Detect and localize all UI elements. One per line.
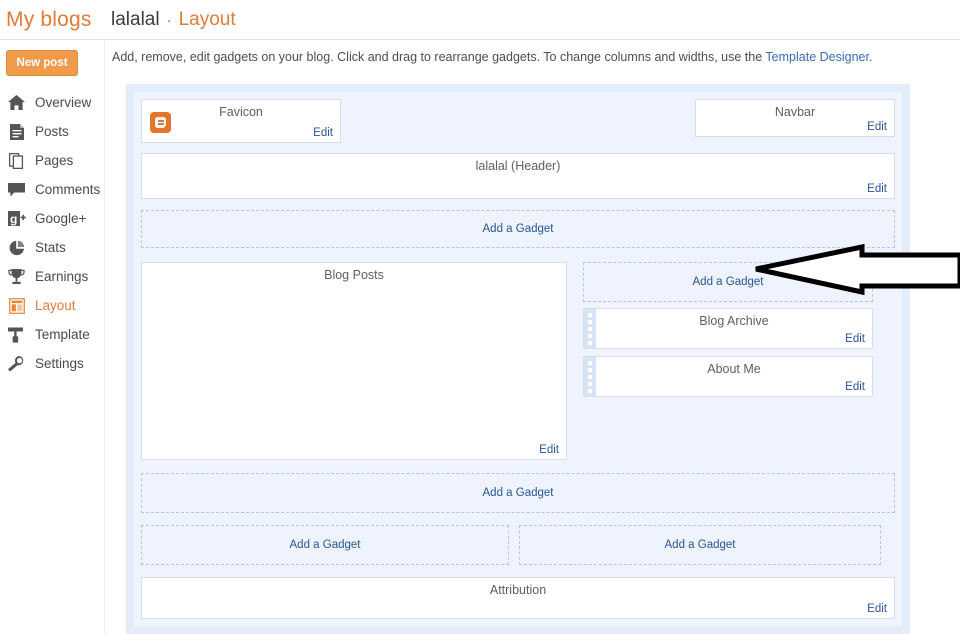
add-gadget-footer-full[interactable]: Add a Gadget (141, 473, 895, 513)
add-gadget-footer-left[interactable]: Add a Gadget (141, 525, 509, 565)
sidebar-item-label: Template (35, 327, 90, 342)
sidebar-item-label: Earnings (35, 269, 89, 284)
gadget-title: lalalal (Header) (475, 159, 561, 173)
main-content: Add, remove, edit gadgets on your blog. … (106, 41, 960, 634)
sidebar-item-label: Google+ (35, 211, 87, 226)
sidebar-item-label: Pages (35, 153, 74, 168)
edit-link-navbar[interactable]: Edit (867, 121, 887, 133)
sidebar-item-layout[interactable]: Layout (0, 291, 104, 320)
add-gadget-label: Add a Gadget (692, 276, 764, 288)
sidebar-item-label: Comments (35, 182, 101, 197)
template-icon (6, 326, 27, 344)
gadget-title: Navbar (774, 105, 816, 119)
add-gadget-footer-right[interactable]: Add a Gadget (519, 525, 881, 565)
sidebar-item-label: Settings (35, 356, 84, 371)
layout-canvas: Favicon Edit Navbar Edit lalalal (Header… (126, 84, 910, 634)
breadcrumb-current-page: Layout (178, 8, 236, 30)
breadcrumb: lalalal · Layout (111, 9, 236, 31)
stats-icon (6, 239, 27, 257)
wrench-icon (6, 355, 27, 373)
sidebar-item-earnings[interactable]: Earnings (0, 262, 104, 291)
comment-icon (6, 181, 27, 199)
edit-link-blog-archive[interactable]: Edit (845, 333, 865, 345)
gadget-attribution[interactable]: Attribution Edit (141, 577, 895, 619)
gadget-title: Blog Archive (699, 314, 769, 328)
gadget-blog-posts[interactable]: Blog Posts Edit (141, 262, 567, 460)
layout-description-tail: . (868, 50, 873, 64)
blogger-icon (150, 112, 171, 133)
sidebar-item-label: Layout (35, 298, 76, 313)
sidebar-item-overview[interactable]: Overview (0, 88, 104, 117)
edit-link-favicon[interactable]: Edit (313, 127, 333, 139)
gadget-favicon[interactable]: Favicon Edit (141, 99, 341, 143)
zone-top: Favicon Edit Navbar Edit lalalal (Header… (134, 92, 902, 626)
gadget-page-header[interactable]: lalalal (Header) Edit (141, 153, 895, 199)
sidebar-item-google-plus[interactable]: g Google+ (0, 204, 104, 233)
brand-my-blogs[interactable]: My blogs (0, 8, 105, 32)
footer-split-row: Add a Gadget Add a Gadget (141, 525, 895, 565)
gadget-title: Blog Posts (324, 268, 384, 282)
add-gadget-label: Add a Gadget (482, 487, 554, 499)
home-icon (6, 94, 27, 112)
sidebar-item-label: Posts (35, 124, 69, 139)
trophy-icon (6, 268, 27, 286)
sidebar-item-posts[interactable]: Posts (0, 117, 104, 146)
gadget-about-me[interactable]: About Me Edit (583, 356, 873, 397)
gadget-navbar[interactable]: Navbar Edit (695, 99, 895, 137)
edit-link-header[interactable]: Edit (867, 183, 887, 195)
gadget-title: About Me (707, 362, 761, 376)
top-bar: My blogs lalalal · Layout (0, 0, 960, 40)
sidebar-item-stats[interactable]: Stats (0, 233, 104, 262)
sidebar-item-pages[interactable]: Pages (0, 146, 104, 175)
add-gadget-sidebar[interactable]: Add a Gadget (583, 262, 873, 302)
pages-icon (6, 152, 27, 170)
navbar-slot: Navbar Edit (695, 99, 895, 143)
gadget-blog-archive[interactable]: Blog Archive Edit (583, 308, 873, 349)
sidebar-item-settings[interactable]: Settings (0, 349, 104, 378)
sidebar-item-label: Stats (35, 240, 66, 255)
breadcrumb-separator: · (166, 11, 172, 29)
layout-description: Add, remove, edit gadgets on your blog. … (112, 50, 960, 64)
gadget-title: Attribution (489, 583, 547, 597)
edit-link-about-me[interactable]: Edit (845, 381, 865, 393)
add-gadget-label: Add a Gadget (664, 539, 736, 551)
posts-icon (6, 123, 27, 141)
sidebar-nav: Overview Posts Pages Comments g Google+ (0, 88, 104, 378)
sidebar-item-label: Overview (35, 95, 92, 110)
svg-text:g: g (10, 212, 17, 226)
drag-handle[interactable] (584, 357, 596, 396)
edit-link-attribution[interactable]: Edit (867, 603, 887, 615)
gadget-title: Favicon (219, 105, 263, 119)
add-gadget-below-header[interactable]: Add a Gadget (141, 210, 895, 248)
breadcrumb-blog-name[interactable]: lalalal (111, 9, 160, 31)
add-gadget-label: Add a Gadget (289, 539, 361, 551)
sidebar-column-slot: Add a Gadget Blog Archive Edit About Me … (583, 262, 873, 460)
add-gadget-label: Add a Gadget (482, 223, 554, 235)
sidebar-item-template[interactable]: Template (0, 320, 104, 349)
favicon-slot: Favicon Edit (141, 99, 341, 143)
main-column-slot: Blog Posts Edit (141, 262, 567, 460)
edit-link-blog-posts[interactable]: Edit (539, 444, 559, 456)
top-gadget-row: Favicon Edit Navbar Edit (141, 99, 895, 143)
left-sidebar: New post Overview Posts Pages Comments g… (0, 41, 105, 634)
layout-description-text: Add, remove, edit gadgets on your blog. … (112, 50, 766, 64)
layout-icon (6, 297, 27, 315)
template-designer-link[interactable]: Template Designer (765, 50, 869, 64)
main-columns: Blog Posts Edit Add a Gadget Blog Archiv… (141, 262, 895, 460)
drag-handle[interactable] (584, 309, 596, 348)
googleplus-icon: g (6, 210, 27, 228)
sidebar-item-comments[interactable]: Comments (0, 175, 104, 204)
new-post-button[interactable]: New post (6, 50, 78, 76)
